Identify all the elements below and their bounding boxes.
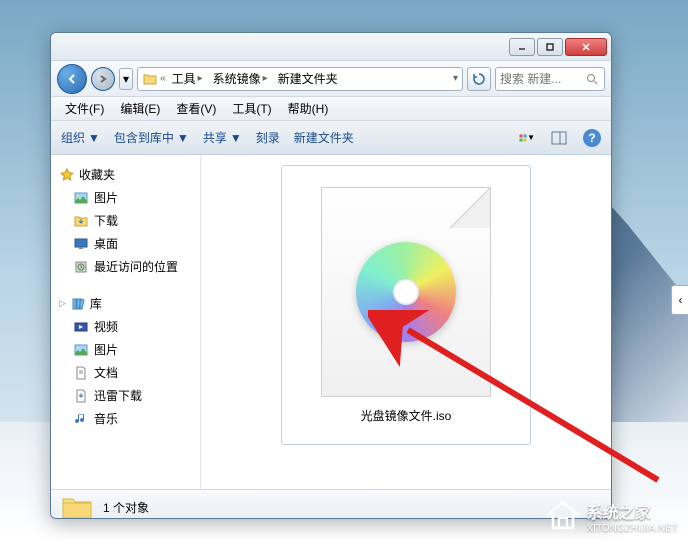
chevron-down-icon: ▼ [177, 131, 189, 145]
file-item-iso[interactable]: 光盘镜像文件.iso [281, 165, 531, 445]
sidebar-item-pictures[interactable]: 图片 [55, 186, 196, 209]
search-icon [584, 71, 600, 87]
navigation-sidebar: 收藏夹 图片 下载 桌面 最近访问的位置 ▷库 视频 图片 文档 迅雷下载 音乐 [51, 155, 201, 489]
menu-view[interactable]: 查看(V) [170, 98, 222, 119]
view-options-button[interactable]: ▼ [519, 130, 535, 146]
video-icon [73, 319, 89, 335]
sidebar-item-thunder[interactable]: 迅雷下载 [55, 384, 196, 407]
library-icon [70, 296, 86, 312]
chevron-down-icon[interactable]: ▾ [453, 73, 458, 84]
search-input[interactable] [500, 72, 580, 86]
recent-icon [73, 259, 89, 275]
chevron-down-icon: ▼ [230, 131, 242, 145]
sidebar-item-label: 文档 [94, 364, 118, 381]
back-button[interactable] [57, 64, 87, 94]
sidebar-item-desktop[interactable]: 桌面 [55, 232, 196, 255]
breadcrumb-prefix: « [160, 73, 166, 84]
folder-icon [61, 495, 93, 520]
burn-button[interactable]: 刻录 [256, 129, 280, 146]
sidebar-item-label: 桌面 [94, 235, 118, 252]
sidebar-item-label: 迅雷下载 [94, 387, 142, 404]
sidebar-item-downloads[interactable]: 下载 [55, 209, 196, 232]
breadcrumb[interactable]: « 工具▸ 系统镜像▸ 新建文件夹 ▾ [137, 67, 463, 91]
close-button[interactable] [565, 38, 607, 56]
sidebar-item-label: 最近访问的位置 [94, 258, 178, 275]
disc-icon [356, 242, 456, 342]
expand-tab-button[interactable]: ‹ [671, 285, 688, 315]
watermark: 系统之家 XITONGZHIJIA.NET [545, 498, 679, 534]
star-icon [59, 167, 75, 183]
watermark-url: XITONGZHIJIA.NET [587, 523, 679, 534]
menu-file[interactable]: 文件(F) [59, 98, 110, 119]
include-in-library-button[interactable]: 包含到库中 ▼ [114, 129, 189, 146]
sidebar-item-label: 图片 [94, 341, 118, 358]
breadcrumb-segment[interactable]: 系统镜像▸ [209, 70, 272, 87]
status-count: 1 个对象 [103, 499, 149, 516]
sidebar-item-recent[interactable]: 最近访问的位置 [55, 255, 196, 278]
breadcrumb-segment[interactable]: 工具▸ [168, 70, 207, 87]
nav-history-dropdown[interactable]: ▾ [119, 68, 133, 90]
house-icon [545, 498, 581, 534]
watermark-title: 系统之家 [587, 499, 679, 523]
preview-pane-button[interactable] [551, 130, 567, 146]
menu-edit[interactable]: 编辑(E) [114, 98, 166, 119]
help-button[interactable]: ? [583, 129, 601, 147]
expand-icon: ▷ [59, 298, 66, 309]
breadcrumb-segment[interactable]: 新建文件夹 [274, 70, 342, 87]
search-box[interactable] [495, 67, 605, 91]
pictures-icon [73, 190, 89, 206]
sidebar-item-label: 音乐 [94, 410, 118, 427]
sidebar-favorites-header[interactable]: 收藏夹 [55, 163, 196, 186]
sidebar-item-documents[interactable]: 文档 [55, 361, 196, 384]
content-area: 收藏夹 图片 下载 桌面 最近访问的位置 ▷库 视频 图片 文档 迅雷下载 音乐 [51, 155, 611, 489]
pictures-icon [73, 342, 89, 358]
menubar: 文件(F) 编辑(E) 查看(V) 工具(T) 帮助(H) [51, 97, 611, 121]
sidebar-libraries-header[interactable]: ▷库 [55, 292, 196, 315]
organize-button[interactable]: 组织 ▼ [61, 129, 100, 146]
maximize-button[interactable] [537, 38, 563, 56]
titlebar [51, 33, 611, 61]
menu-tools[interactable]: 工具(T) [226, 98, 277, 119]
document-icon [73, 365, 89, 381]
minimize-button[interactable] [509, 38, 535, 56]
downloads-icon [73, 213, 89, 229]
iso-file-icon [321, 187, 491, 397]
file-name-label: 光盘镜像文件.iso [361, 407, 452, 424]
statusbar: 1 个对象 [51, 489, 611, 519]
sidebar-item-music[interactable]: 音乐 [55, 407, 196, 430]
chevron-down-icon: ▾ [123, 72, 129, 86]
sidebar-item-pictures-lib[interactable]: 图片 [55, 338, 196, 361]
folder-icon [142, 71, 158, 87]
sidebar-item-label: 图片 [94, 189, 118, 206]
refresh-button[interactable] [467, 67, 491, 91]
chevron-down-icon: ▼ [88, 131, 100, 145]
file-view[interactable]: 光盘镜像文件.iso [201, 155, 611, 489]
share-button[interactable]: 共享 ▼ [203, 129, 242, 146]
forward-button[interactable] [91, 67, 115, 91]
download-icon [73, 388, 89, 404]
toolbar: 组织 ▼ 包含到库中 ▼ 共享 ▼ 刻录 新建文件夹 ▼ ? [51, 121, 611, 155]
sidebar-item-label: 视频 [94, 318, 118, 335]
new-folder-button[interactable]: 新建文件夹 [294, 129, 354, 146]
sidebar-item-label: 下载 [94, 212, 118, 229]
desktop-icon [73, 236, 89, 252]
explorer-window: ▾ « 工具▸ 系统镜像▸ 新建文件夹 ▾ 文件(F) 编辑(E) 查看(V) … [50, 32, 612, 519]
menu-help[interactable]: 帮助(H) [282, 98, 335, 119]
sidebar-item-videos[interactable]: 视频 [55, 315, 196, 338]
music-icon [73, 411, 89, 427]
address-bar: ▾ « 工具▸ 系统镜像▸ 新建文件夹 ▾ [51, 61, 611, 97]
